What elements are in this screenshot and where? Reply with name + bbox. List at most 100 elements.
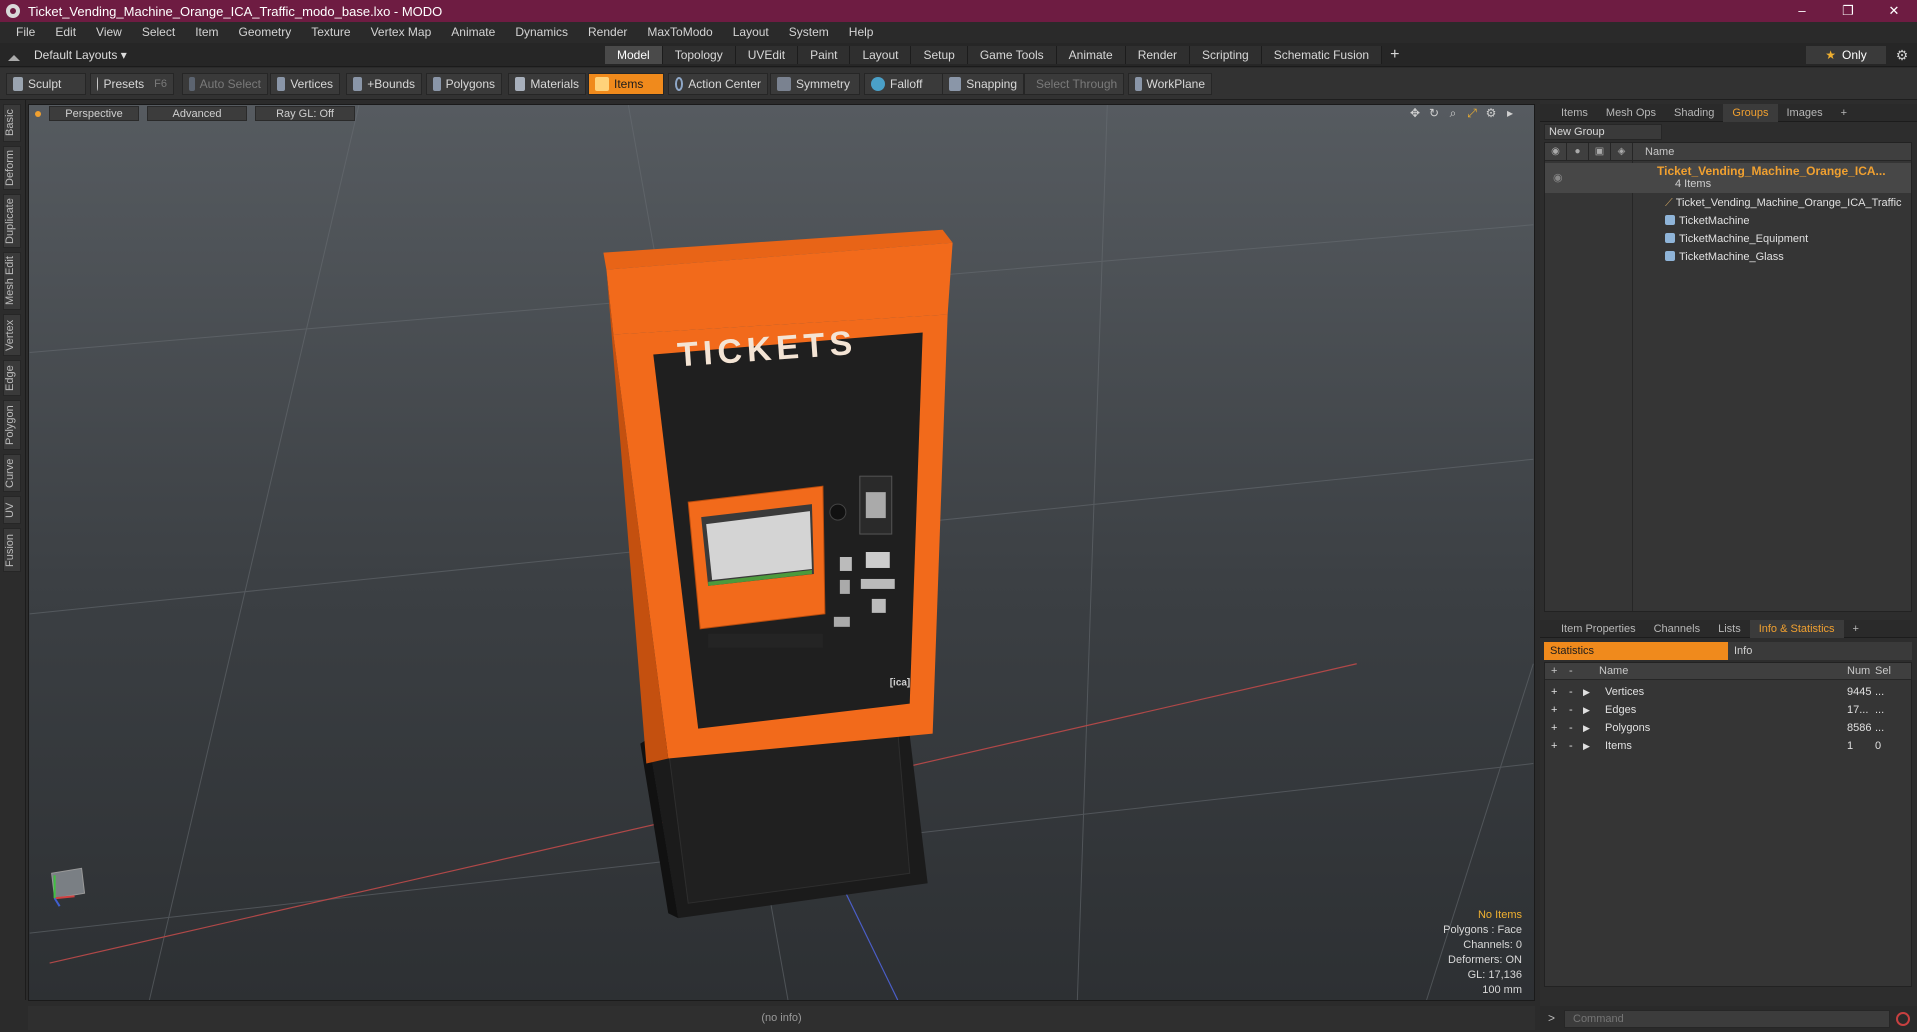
tooltab-edge[interactable]: Edge — [3, 360, 21, 396]
table-row[interactable]: + - ▶ Polygons 8586 ... — [1545, 719, 1911, 737]
tab-channels[interactable]: Channels — [1645, 620, 1709, 638]
zoom-view-icon[interactable]: ⌕ — [1445, 106, 1461, 121]
visibility-col-icon[interactable]: ◉ — [1545, 142, 1567, 161]
menu-item[interactable]: Item — [185, 22, 228, 43]
remove-icon[interactable]: - — [1569, 719, 1573, 737]
tooltab-basic[interactable]: Basic — [3, 104, 21, 142]
tooltab-curve[interactable]: Curve — [3, 454, 21, 492]
new-group-button[interactable]: New Group — [1544, 124, 1662, 140]
menu-view[interactable]: View — [86, 22, 132, 43]
select-col-icon[interactable]: ◈ — [1611, 142, 1633, 161]
lock-col-icon[interactable]: ▣ — [1589, 142, 1611, 161]
tab-groups[interactable]: Groups — [1723, 103, 1778, 122]
layouts-dropdown[interactable]: Default Layouts ▾ — [8, 46, 127, 64]
menu-system[interactable]: System — [779, 22, 839, 43]
group-row[interactable]: ◉ Ticket_Vending_Machine_Orange_ICA... 4… — [1545, 163, 1911, 193]
menu-layout[interactable]: Layout — [723, 22, 779, 43]
items-button[interactable]: Items — [588, 73, 664, 95]
select-through-button[interactable]: Select Through — [1024, 73, 1124, 95]
list-item[interactable]: TicketMachine_Glass — [1545, 249, 1911, 267]
viewport-more-icon[interactable]: ▸ — [1502, 106, 1518, 121]
view-mode-dropdown[interactable]: Perspective — [49, 106, 139, 121]
expand-arrow-icon[interactable]: ▶ — [1583, 737, 1590, 755]
add-icon[interactable]: + — [1551, 683, 1557, 701]
tooltab-vertex[interactable]: Vertex — [3, 314, 21, 356]
tab-images[interactable]: Images — [1778, 104, 1832, 122]
snapping-button[interactable]: Snapping — [942, 73, 1024, 95]
shading-dropdown[interactable]: Advanced — [147, 106, 247, 121]
minimize-button[interactable]: – — [1779, 0, 1825, 22]
auto-select-button[interactable]: Auto Select — [182, 73, 268, 95]
tab-game-tools[interactable]: Game Tools — [967, 46, 1057, 64]
viewport-settings-icon[interactable]: ⚙ — [1483, 106, 1499, 121]
subtab-info[interactable]: Info — [1728, 642, 1912, 660]
tooltab-duplicate[interactable]: Duplicate — [3, 194, 21, 248]
menu-select[interactable]: Select — [132, 22, 185, 43]
add-panel-tab-icon[interactable]: + — [1832, 104, 1856, 122]
only-button[interactable]: ★ Only — [1806, 46, 1886, 64]
menu-maxtomodo[interactable]: MaxToModo — [637, 22, 722, 43]
tooltab-uv[interactable]: UV — [3, 496, 21, 524]
remove-icon[interactable]: - — [1569, 737, 1573, 755]
table-row[interactable]: + - ▶ Vertices 9445 ... — [1545, 683, 1911, 701]
menu-edit[interactable]: Edit — [45, 22, 86, 43]
ray-gl-toggle[interactable]: Ray GL: Off — [255, 106, 355, 121]
tab-setup[interactable]: Setup — [911, 46, 968, 64]
sculpt-button[interactable]: Sculpt — [6, 73, 86, 95]
tab-items[interactable]: Items — [1552, 104, 1597, 122]
add-info-tab-icon[interactable]: + — [1844, 620, 1868, 638]
tab-lists[interactable]: Lists — [1709, 620, 1750, 638]
menu-animate[interactable]: Animate — [441, 22, 505, 43]
3d-viewport[interactable]: TICKETS [ica] Perspective Advanced Ray G… — [28, 104, 1535, 1001]
collapse-all-icon[interactable]: - — [1569, 663, 1573, 680]
tab-model[interactable]: Model — [605, 46, 663, 64]
polygons-button[interactable]: Polygons — [426, 73, 502, 95]
fit-view-icon[interactable]: ⤢ — [1464, 106, 1480, 121]
menu-file[interactable]: File — [6, 22, 45, 43]
action-center-button[interactable]: Action Center — [668, 73, 768, 95]
add-icon[interactable]: + — [1551, 737, 1557, 755]
tab-render[interactable]: Render — [1125, 46, 1191, 64]
bounds-button[interactable]: +Bounds — [346, 73, 422, 95]
tab-scripting[interactable]: Scripting — [1190, 46, 1262, 64]
menu-help[interactable]: Help — [839, 22, 884, 43]
list-item[interactable]: ⟋ Ticket_Vending_Machine_Orange_ICA_Traff… — [1545, 195, 1911, 213]
add-icon[interactable]: + — [1551, 701, 1557, 719]
stop-icon[interactable] — [1896, 1012, 1910, 1026]
expand-arrow-icon[interactable]: ▶ — [1583, 701, 1590, 719]
tooltab-mesh-edit[interactable]: Mesh Edit — [3, 252, 21, 310]
maximize-button[interactable]: ❐ — [1825, 0, 1871, 22]
vertices-button[interactable]: Vertices — [270, 73, 340, 95]
add-tab-icon[interactable]: + — [1382, 46, 1407, 64]
expand-all-icon[interactable]: + — [1551, 663, 1557, 680]
tab-schematic-fusion[interactable]: Schematic Fusion — [1261, 46, 1383, 64]
presets-button[interactable]: Presets F6 — [90, 73, 174, 95]
tab-mesh-ops[interactable]: Mesh Ops — [1597, 104, 1665, 122]
table-row[interactable]: + - ▶ Edges 17... ... — [1545, 701, 1911, 719]
falloff-button[interactable]: Falloff — [864, 73, 946, 95]
tooltab-deform[interactable]: Deform — [3, 146, 21, 190]
command-input[interactable] — [1564, 1010, 1890, 1028]
add-icon[interactable]: + — [1551, 719, 1557, 737]
tab-paint[interactable]: Paint — [798, 46, 851, 64]
menu-geometry[interactable]: Geometry — [229, 22, 302, 43]
menu-texture[interactable]: Texture — [301, 22, 360, 43]
remove-icon[interactable]: - — [1569, 683, 1573, 701]
tooltab-polygon[interactable]: Polygon — [3, 400, 21, 450]
move-view-icon[interactable]: ✥ — [1407, 106, 1423, 121]
workplane-button[interactable]: WorkPlane — [1128, 73, 1212, 95]
gear-icon[interactable]: ⚙ — [1894, 47, 1910, 63]
menu-render[interactable]: Render — [578, 22, 637, 43]
expand-arrow-icon[interactable]: ▶ — [1583, 719, 1590, 737]
tooltab-fusion[interactable]: Fusion — [3, 528, 21, 572]
list-item[interactable]: TicketMachine — [1545, 213, 1911, 231]
menu-vertex-map[interactable]: Vertex Map — [361, 22, 442, 43]
expand-arrow-icon[interactable]: ▶ — [1583, 683, 1590, 701]
subtab-statistics[interactable]: Statistics — [1544, 642, 1728, 660]
tab-layout[interactable]: Layout — [850, 46, 912, 64]
symmetry-button[interactable]: Symmetry — [770, 73, 860, 95]
remove-icon[interactable]: - — [1569, 701, 1573, 719]
tab-shading[interactable]: Shading — [1665, 104, 1723, 122]
tab-uvedit[interactable]: UVEdit — [735, 46, 799, 64]
render-col-icon[interactable]: ● — [1567, 142, 1589, 161]
